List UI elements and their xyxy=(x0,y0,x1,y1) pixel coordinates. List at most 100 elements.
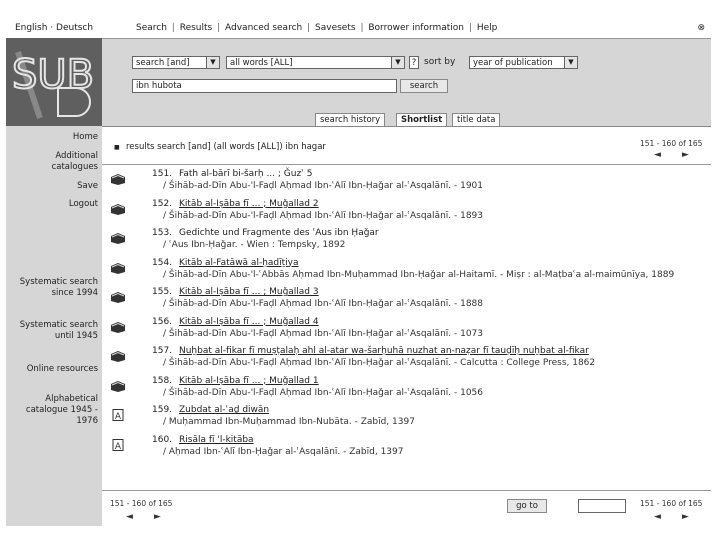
nav-online-resources[interactable]: Online resources xyxy=(27,364,98,375)
tab-shortlist[interactable]: Shortlist xyxy=(396,113,448,127)
book-icon xyxy=(110,377,126,392)
search-header: Search | Results | Advanced search | Sav… xyxy=(102,18,711,127)
next-page-icon[interactable]: ► xyxy=(682,150,689,160)
nav-tab-search[interactable]: Search xyxy=(136,23,167,33)
book-icon xyxy=(110,318,126,333)
book-icon xyxy=(110,200,126,215)
nav-separator: | xyxy=(171,23,175,33)
result-title-link[interactable]: Gedichte und Fragmente des ʿAus ibn Ḥaǧa… xyxy=(179,228,379,238)
document-icon: A xyxy=(110,406,126,422)
search-field-value: search [and] xyxy=(136,58,190,68)
result-title-row: 156. Kitāb al-Iṣāba fī ... ; Muǧallad 4 xyxy=(152,317,319,328)
svg-text:SUB: SUB xyxy=(12,52,94,98)
document-icon: A xyxy=(110,436,126,452)
result-title-link[interactable]: Nuḫbat al-fikar fī muṣṭalaḥ ahl al-aṯar … xyxy=(179,346,589,356)
results-bullet: ■ xyxy=(114,144,120,151)
logo: SUB xyxy=(6,38,102,126)
result-author-line: / Šihāb-ad-Dīn Abu-'l-Faḍl Aḥmad Ibn-ʿAl… xyxy=(163,210,484,221)
nav-systematic-since-1994[interactable]: Systematic search since 1994 xyxy=(6,277,98,299)
result-title-row: 151. Fath al-bārī bi-šarḥ ... ; Ǧuzʾ 5 xyxy=(152,169,313,180)
nav-tab-results[interactable]: Results xyxy=(180,23,213,33)
close-icon[interactable]: ⊗ xyxy=(697,18,705,38)
result-title-row: 153. Gedichte und Fragmente des ʿAus ibn … xyxy=(152,228,379,239)
search-field-select[interactable]: search [and] ▼ xyxy=(132,56,220,69)
result-author-line: / Šihāb-ad-Dīn Abu-'l-Faḍl Aḥmad Ibn-ʿAl… xyxy=(163,181,484,191)
nav-separator: | xyxy=(468,23,472,33)
sort-label: sort by xyxy=(424,57,456,67)
tab-search-history[interactable]: search history xyxy=(315,113,386,127)
result-number: 154. xyxy=(152,257,173,268)
results-header: results search [and] (all words [ALL]) i… xyxy=(126,142,326,152)
next-page-icon[interactable]: ► xyxy=(154,512,161,522)
result-title-row: 160. Risāla fī 'l-kitāba xyxy=(152,435,254,446)
result-number: 155. xyxy=(152,287,173,297)
chevron-down-icon: ▼ xyxy=(206,57,219,68)
nav-logout[interactable]: Logout xyxy=(69,199,98,210)
result-number: 157. xyxy=(152,346,173,356)
result-title-row: 159. Zubdat al-ʿaḏ diwān xyxy=(152,405,269,416)
prev-page-icon[interactable]: ◄ xyxy=(654,150,661,160)
results-panel: ■ results search [and] (all words [ALL])… xyxy=(102,126,711,527)
nav-tab-borrower[interactable]: Borrower information xyxy=(368,23,464,33)
sort-select[interactable]: year of publication ▼ xyxy=(469,56,578,69)
tab-title-data[interactable]: title data xyxy=(452,113,501,127)
prev-page-icon[interactable]: ◄ xyxy=(126,512,133,522)
nav-systematic-until-1945[interactable]: Systematic search until 1945 xyxy=(6,320,98,342)
prev-page-icon[interactable]: ◄ xyxy=(654,512,661,522)
nav-additional-catalogues[interactable]: Additional catalogues xyxy=(18,151,98,173)
catalog-app: English · Deutsch SUB Home Additional ca… xyxy=(6,18,711,527)
nav-home[interactable]: Home xyxy=(73,132,98,143)
divider xyxy=(102,490,711,491)
nav-save[interactable]: Save xyxy=(77,181,98,192)
result-number: 156. xyxy=(152,316,173,327)
result-author-line: / ʿAus Ibn-Ḥaǧar. - Wien : Tempsky, 1892 xyxy=(163,240,346,250)
goto-input[interactable] xyxy=(578,499,626,513)
logo-mark-icon: SUB xyxy=(11,51,95,119)
result-number: 160. xyxy=(152,434,173,445)
result-title-link[interactable]: Zubdat al-ʿaḏ diwān xyxy=(179,405,269,415)
result-author-line: / Muḥammad Ibn-Muḥammad Ibn-Nubāta. - Za… xyxy=(163,417,415,427)
nav-separator: | xyxy=(307,23,311,33)
search-input[interactable]: ibn hubota xyxy=(132,79,397,93)
result-number: 152. xyxy=(152,198,173,209)
nav-tab-advanced[interactable]: Advanced search xyxy=(225,23,302,33)
top-navigation: Search | Results | Advanced search | Sav… xyxy=(102,18,711,39)
book-icon xyxy=(110,229,126,244)
divider xyxy=(102,164,711,165)
result-title-row: 152. Kitāb al-Iṣāba fī ... ; Muǧallad 2 xyxy=(152,199,319,210)
result-title-link[interactable]: Kitāb al-Fatāwā al-ḥadīṯiya xyxy=(179,258,299,268)
nav-tab-help[interactable]: Help xyxy=(477,23,498,33)
results-range-bottom-right: 151 - 160 of 165 xyxy=(640,499,703,508)
goto-button[interactable]: go to xyxy=(507,499,547,513)
result-author-line: / Šihāb-ad-Dīn Abu-'l-Faḍl Aḥmad Ibn-ʿAl… xyxy=(163,387,484,398)
sidebar: English · Deutsch SUB Home Additional ca… xyxy=(6,18,102,526)
nav-separator: | xyxy=(360,23,364,33)
result-title-link[interactable]: Kitāb al-Iṣāba fī ... ; Muǧallad 4 xyxy=(179,317,319,327)
words-select-value: all words [ALL] xyxy=(230,58,293,68)
result-title-link[interactable]: Kitāb al-Iṣāba fī ... ; Muǧallad 3 xyxy=(179,287,319,297)
book-icon xyxy=(110,288,126,303)
svg-text:A: A xyxy=(115,442,122,451)
book-icon xyxy=(110,259,126,274)
help-info-icon[interactable]: ? xyxy=(409,56,419,69)
words-select[interactable]: all words [ALL] ▼ xyxy=(226,56,405,69)
nav-tab-savesets[interactable]: Savesets xyxy=(315,23,356,33)
result-author-line: / Aḥmad Ibn-ʿAlī Ibn-Ḥaǧar al-ʿAsqalānī.… xyxy=(163,446,404,457)
result-title-link[interactable]: Risāla fī 'l-kitāba xyxy=(179,435,254,445)
result-title-link[interactable]: Fath al-bārī bi-šarḥ ... ; Ǧuzʾ 5 xyxy=(179,169,313,179)
result-number: 158. xyxy=(152,375,173,386)
result-author-line: / Šihāb-ad-Dīn Abu-'l-Faḍl Aḥmad Ibn-ʿAl… xyxy=(163,328,484,339)
result-number: 153. xyxy=(152,228,173,238)
search-button[interactable]: search xyxy=(400,79,448,93)
next-page-icon[interactable]: ► xyxy=(682,512,689,522)
result-author-line: / Šihāb-ad-Dīn Abu-'l-ʿAbbās Aḥmad Ibn-M… xyxy=(163,269,675,280)
result-title-row: 157. Nuḫbat al-fikar fī muṣṭalaḥ ahl al-a… xyxy=(152,346,589,357)
result-number: 151. xyxy=(152,169,173,179)
result-title-link[interactable]: Kitāb al-Iṣāba fī ... ; Muǧallad 2 xyxy=(179,199,319,209)
nav-alphabetical-catalogue[interactable]: Alphabetical catalogue 1945 - 1976 xyxy=(18,394,98,427)
result-author-line: / Šihāb-ad-Dīn Abu-'l-Faḍl Aḥmad Ibn-ʿAl… xyxy=(163,299,484,309)
result-title-link[interactable]: Kitāb al-Iṣāba fī ... ; Muǧallad 1 xyxy=(179,376,319,386)
chevron-down-icon: ▼ xyxy=(564,57,577,68)
language-switch[interactable]: English · Deutsch xyxy=(6,18,102,39)
result-title-row: 154. Kitāb al-Fatāwā al-ḥadīṯiya xyxy=(152,258,299,269)
